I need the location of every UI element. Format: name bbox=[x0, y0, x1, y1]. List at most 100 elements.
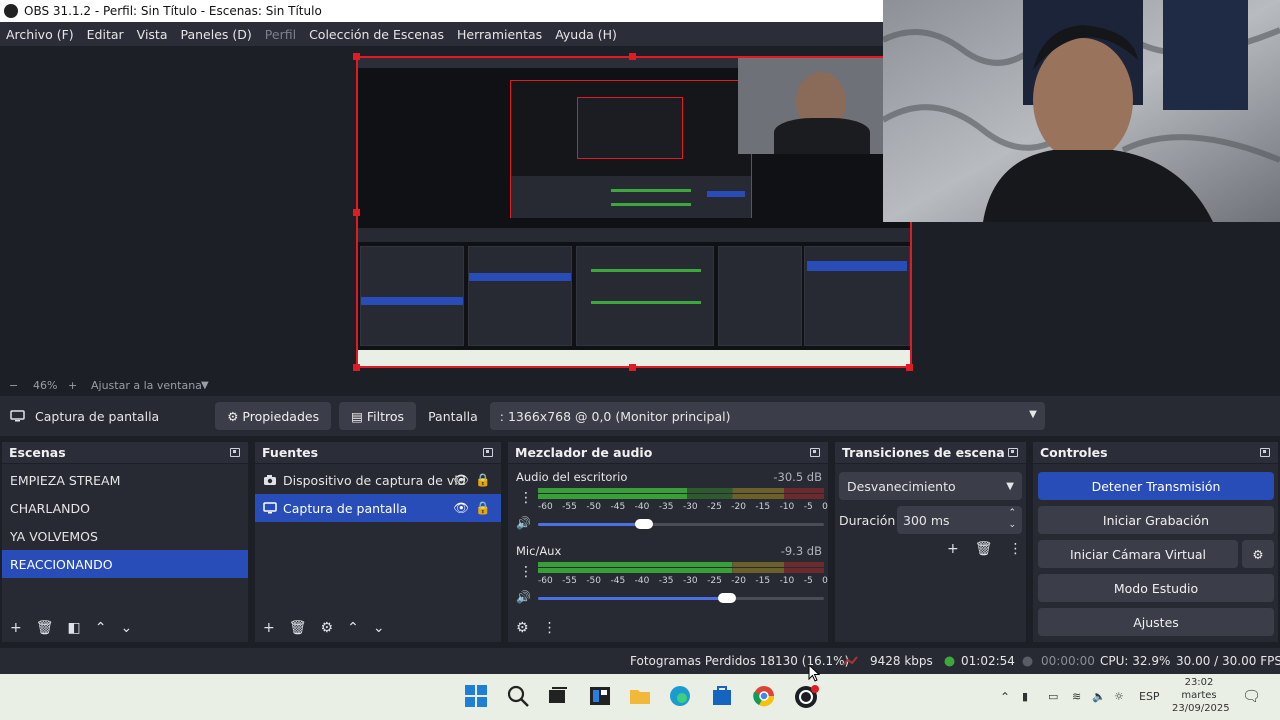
lock-icon[interactable]: 🔒 bbox=[475, 472, 491, 488]
menu-paneles[interactable]: Paneles (D) bbox=[181, 27, 252, 42]
transition-select[interactable]: Desvanecimiento ▼ bbox=[839, 472, 1022, 500]
menu-ayuda[interactable]: Ayuda (H) bbox=[555, 27, 617, 42]
input-language[interactable]: ESP bbox=[1139, 690, 1160, 703]
zoom-fit-label[interactable]: Ajustar a la ventana bbox=[91, 379, 202, 392]
source-label: Captura de pantalla bbox=[283, 500, 408, 516]
sources-dock: Fuentes Dispositivo de captura de vid 👁 … bbox=[255, 442, 501, 642]
trash-icon[interactable]: 🗑 bbox=[289, 621, 307, 635]
transitions-header: Transiciones de escena bbox=[835, 442, 1026, 464]
source-item[interactable]: Dispositivo de captura de vid 👁 🔒 bbox=[255, 466, 501, 494]
scene-item[interactable]: EMPIEZA STREAM bbox=[2, 466, 248, 494]
menu-archivo[interactable]: Archivo (F) bbox=[6, 27, 74, 42]
scenes-dock: Escenas EMPIEZA STREAM CHARLANDO YA VOLV… bbox=[2, 442, 248, 642]
add-icon[interactable]: + bbox=[10, 621, 22, 635]
gear-icon[interactable]: ⚙ bbox=[321, 621, 334, 635]
studio-mode-button[interactable]: Modo Estudio bbox=[1038, 574, 1274, 602]
chrome-icon[interactable] bbox=[752, 684, 778, 710]
undock-icon[interactable] bbox=[810, 448, 820, 457]
volume-slider-handle[interactable] bbox=[717, 593, 736, 603]
source-item-selected[interactable]: Captura de pantalla 👁 🔒 bbox=[255, 494, 501, 522]
menu-perfil[interactable]: Perfil bbox=[265, 27, 296, 42]
preview-canvas[interactable] bbox=[356, 56, 912, 368]
start-recording-button[interactable]: Iniciar Grabación bbox=[1038, 506, 1274, 534]
add-icon[interactable]: + bbox=[947, 542, 959, 556]
handle-top[interactable] bbox=[629, 53, 636, 60]
zoom-in-button[interactable]: + bbox=[68, 379, 77, 392]
mixer-title: Mezclador de audio bbox=[515, 445, 653, 460]
menu-coleccion-escenas[interactable]: Colección de Escenas bbox=[309, 27, 444, 42]
camera-icon bbox=[263, 474, 277, 486]
scene-item[interactable]: CHARLANDO bbox=[2, 494, 248, 522]
store-icon[interactable] bbox=[710, 684, 736, 710]
more-options-icon[interactable]: ⋮ bbox=[519, 490, 533, 506]
volume-slider[interactable] bbox=[538, 519, 824, 529]
properties-button[interactable]: ⚙ Propiedades bbox=[215, 402, 332, 430]
fps: 30.00 / 30.00 FPS bbox=[1176, 654, 1280, 668]
stepper-arrows-icon[interactable]: ⌃ ⌄ bbox=[1008, 507, 1016, 531]
chevron-up-icon[interactable]: ⌃ bbox=[95, 621, 107, 635]
volume-icon[interactable]: 🔈 bbox=[1092, 690, 1106, 703]
more-options-icon[interactable]: ⋮ bbox=[1009, 542, 1023, 556]
handle-bottom-left[interactable] bbox=[353, 364, 360, 371]
menu-vista[interactable]: Vista bbox=[137, 27, 168, 42]
widgets-icon[interactable] bbox=[588, 684, 614, 710]
volume-meter bbox=[538, 488, 824, 502]
handle-left[interactable] bbox=[353, 209, 360, 216]
undock-icon[interactable] bbox=[1260, 448, 1270, 457]
windows-start-icon[interactable] bbox=[464, 684, 490, 710]
filter-icon[interactable]: ◧ bbox=[68, 621, 81, 635]
file-explorer-icon[interactable] bbox=[628, 684, 654, 710]
volume-slider-handle[interactable] bbox=[634, 519, 653, 529]
tray-chevron-up-icon[interactable]: ⌃ bbox=[1000, 690, 1010, 704]
zoom-out-button[interactable]: − bbox=[9, 379, 18, 392]
chevron-down-icon[interactable]: ⌄ bbox=[373, 621, 385, 635]
handle-bottom[interactable] bbox=[629, 364, 636, 371]
trash-icon[interactable]: 🗑 bbox=[36, 621, 54, 635]
scene-item[interactable]: YA VOLVEMOS bbox=[2, 522, 248, 550]
display-select[interactable]: : 1366x768 @ 0,0 (Monitor principal) ▼ bbox=[489, 402, 1045, 430]
stop-stream-button[interactable]: Detener Transmisión bbox=[1038, 472, 1274, 500]
speaker-icon[interactable]: 🔊 bbox=[516, 516, 531, 530]
add-icon[interactable]: + bbox=[263, 621, 275, 635]
zoom-level: 46% bbox=[33, 378, 58, 392]
speaker-icon[interactable]: 🔊 bbox=[516, 590, 531, 604]
handle-top-left[interactable] bbox=[353, 53, 360, 60]
scene-item-selected[interactable]: REACCIONANDO bbox=[2, 550, 248, 578]
tray-app-icon[interactable]: ▮ bbox=[1022, 690, 1028, 703]
status-bar: Fotogramas Perdidos 18130 (16.1%) 9428 k… bbox=[0, 648, 1280, 674]
lock-icon[interactable]: 🔒 bbox=[475, 500, 491, 516]
mixer-channel: Mic/Aux -9.3 dB ⋮ -60 -55 -50 -45 -40 -35 -30-… bbox=[508, 540, 828, 610]
start-virtual-camera-button[interactable]: Iniciar Cámara Virtual bbox=[1038, 540, 1238, 568]
virtual-camera-settings-button[interactable]: ⚙ bbox=[1242, 540, 1274, 568]
brightness-icon[interactable]: ☼ bbox=[1114, 690, 1124, 703]
menu-herramientas[interactable]: Herramientas bbox=[457, 27, 542, 42]
filters-button[interactable]: ▤ Filtros bbox=[339, 402, 417, 430]
zoom-dropdown-icon[interactable]: ▼ bbox=[201, 380, 209, 391]
clock[interactable]: 23:02 martes 23/09/2025 bbox=[1172, 676, 1230, 715]
task-view-icon[interactable] bbox=[546, 684, 572, 710]
undock-icon[interactable] bbox=[1008, 448, 1018, 457]
menu-editar[interactable]: Editar bbox=[87, 27, 124, 42]
chevron-down-icon[interactable]: ⌄ bbox=[120, 621, 132, 635]
trash-icon[interactable]: 🗑 bbox=[975, 542, 993, 556]
eye-icon[interactable]: 👁 bbox=[453, 472, 469, 488]
undock-icon[interactable] bbox=[483, 448, 493, 457]
settings-button[interactable]: Ajustes bbox=[1038, 608, 1274, 636]
chevron-up-icon[interactable]: ⌃ bbox=[347, 621, 359, 635]
more-options-icon[interactable]: ⋮ bbox=[519, 564, 533, 580]
handle-bottom-right[interactable] bbox=[906, 364, 913, 371]
battery-icon[interactable]: ▭ bbox=[1048, 690, 1058, 703]
meter-tick-label: -5 bbox=[803, 576, 813, 586]
obs-taskbar-icon[interactable] bbox=[794, 684, 820, 710]
volume-meter bbox=[538, 562, 824, 576]
duration-stepper[interactable]: 300 ms ⌃ ⌄ bbox=[897, 506, 1022, 534]
undock-icon[interactable] bbox=[230, 448, 240, 457]
advanced-audio-icon[interactable]: ⚙ bbox=[516, 621, 529, 635]
notifications-icon[interactable]: 🗨 bbox=[1242, 687, 1261, 705]
search-icon[interactable] bbox=[506, 684, 532, 710]
edge-browser-icon[interactable] bbox=[668, 684, 694, 710]
wifi-icon[interactable]: ≋ bbox=[1072, 690, 1081, 703]
volume-slider[interactable] bbox=[538, 593, 824, 603]
more-options-icon[interactable]: ⋮ bbox=[543, 621, 557, 635]
eye-icon[interactable]: 👁 bbox=[453, 500, 469, 516]
